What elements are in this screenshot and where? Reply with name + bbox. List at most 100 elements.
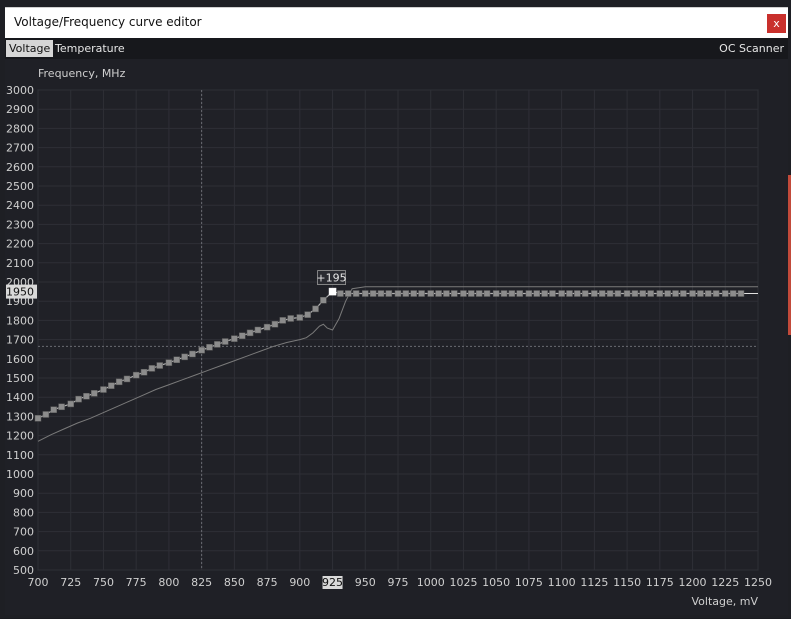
curve-point-handle[interactable] — [115, 378, 123, 386]
curve-point-handle[interactable] — [123, 375, 131, 383]
curve-point-handle[interactable] — [132, 371, 140, 379]
curve-point-handle[interactable] — [91, 390, 98, 397]
x-tick-label: 950 — [355, 576, 376, 589]
curve-point-handle[interactable] — [34, 415, 42, 422]
curve-point-handle[interactable] — [304, 311, 311, 318]
curve-point-handle[interactable] — [246, 329, 254, 337]
curve-point-handle[interactable] — [598, 290, 606, 297]
close-button[interactable]: x — [767, 14, 786, 33]
curve-point-handle[interactable] — [50, 406, 57, 413]
curve-point-handle[interactable] — [631, 290, 639, 297]
curve-point-handle[interactable] — [287, 315, 294, 322]
curve-point-handle[interactable] — [345, 290, 352, 297]
curve-point-handle[interactable] — [475, 290, 483, 297]
tab-voltage[interactable]: Voltage — [6, 40, 54, 57]
curve-point-handle[interactable] — [549, 290, 556, 297]
curve-point-handle[interactable] — [574, 290, 581, 297]
curve-point-handle[interactable] — [443, 290, 450, 297]
curve-point-handle[interactable] — [712, 290, 720, 297]
curve-point-handle[interactable] — [435, 290, 442, 297]
curve-point-handle[interactable] — [672, 290, 679, 297]
curve-chart-area[interactable]: 700 725 750 775 800 825 850 875 900 925 950 975 1000… — [5, 59, 788, 615]
curve-point-handle[interactable] — [410, 290, 417, 297]
curve-point-handle[interactable] — [460, 290, 467, 297]
curve-point-handle[interactable] — [181, 353, 188, 361]
curve-point-handle[interactable] — [516, 290, 523, 297]
curve-point-handle[interactable] — [492, 290, 500, 297]
y-tick-label: 2500 — [6, 180, 34, 193]
curve-point-handle[interactable] — [647, 290, 654, 297]
curve-point-handle[interactable] — [737, 290, 745, 297]
vf-curve-chart[interactable]: 700 725 750 775 800 825 850 875 900 925 950 975 1000… — [5, 59, 788, 615]
curve-point-handle[interactable] — [312, 305, 319, 313]
curve-point-handle[interactable] — [83, 392, 90, 400]
curve-point-handle[interactable] — [189, 350, 196, 358]
curve-point-handle[interactable] — [697, 290, 704, 297]
curve-point-handle[interactable] — [254, 326, 262, 334]
curve-point-handle[interactable] — [140, 368, 148, 376]
curve-point-handle[interactable] — [664, 290, 671, 297]
curve-point-handle[interactable] — [525, 290, 533, 297]
curve-point-handle[interactable] — [606, 290, 614, 297]
curve-point-handle[interactable] — [483, 290, 491, 297]
curve-point-handle[interactable] — [279, 317, 287, 324]
curve-point-handle[interactable] — [198, 346, 205, 354]
curve-point-handle[interactable] — [402, 290, 410, 297]
curve-point-handle[interactable] — [369, 290, 377, 297]
curve-point-handle[interactable] — [108, 382, 115, 389]
curve-point-handle[interactable] — [533, 290, 541, 297]
curve-point-handle[interactable] — [377, 290, 385, 297]
curve-point-handle[interactable] — [566, 290, 573, 297]
curve-point-handle[interactable] — [352, 290, 360, 297]
curve-point-handle[interactable] — [214, 341, 221, 348]
curve-point-handle[interactable] — [508, 290, 516, 297]
curve-point-handle[interactable] — [418, 290, 425, 297]
curve-point-handle[interactable] — [705, 290, 712, 297]
y-tick-label: 1300 — [6, 410, 34, 423]
curve-point-handle[interactable] — [238, 332, 246, 340]
curve-point-handle[interactable] — [206, 344, 213, 351]
curve-point-handle[interactable] — [337, 290, 344, 297]
curve-point-handle[interactable] — [656, 290, 664, 297]
curve-point-handle[interactable] — [231, 335, 238, 342]
curve-point-handle[interactable] — [173, 356, 181, 364]
curve-point-handle[interactable] — [221, 338, 229, 345]
y-tick-label: 1100 — [6, 449, 34, 462]
curve-point-handle[interactable] — [362, 290, 369, 297]
curve-point-handle[interactable] — [639, 290, 647, 297]
curve-point-handle[interactable] — [591, 290, 598, 297]
curve-point-handle[interactable] — [67, 400, 74, 408]
curve-point-handle[interactable] — [722, 290, 729, 297]
curve-point-handle[interactable] — [581, 290, 589, 297]
curve-point-handle[interactable] — [614, 290, 622, 297]
curve-point-handle[interactable] — [689, 290, 696, 297]
curve-point-handle[interactable] — [541, 290, 548, 297]
tab-temperature[interactable]: Temperature — [52, 40, 128, 57]
curve-point-handle[interactable] — [468, 290, 475, 297]
curve-point-handle[interactable] — [263, 323, 271, 331]
curve-point-handle[interactable] — [42, 411, 50, 418]
curve-point-handle[interactable] — [165, 359, 173, 366]
x-tick-label: 1025 — [449, 576, 477, 589]
x-tick-label: 775 — [126, 576, 147, 589]
curve-point-handle[interactable] — [451, 290, 458, 297]
curve-point-handle[interactable] — [729, 290, 737, 297]
curve-point-handle[interactable] — [558, 290, 565, 297]
curve-point-handle[interactable] — [156, 362, 163, 369]
curve-point-handle[interactable] — [328, 287, 337, 296]
curve-point-handle[interactable] — [58, 403, 65, 411]
curve-point-handle[interactable] — [427, 290, 434, 297]
curve-point-handle[interactable] — [385, 290, 393, 297]
curve-point-handle[interactable] — [680, 290, 687, 297]
curve-point-handle[interactable] — [623, 290, 631, 297]
curve-point-handle[interactable] — [296, 314, 304, 321]
curve-point-handle[interactable] — [320, 296, 327, 304]
title-bar[interactable]: Voltage/Frequency curve editor x — [5, 7, 788, 38]
curve-point-handle[interactable] — [148, 365, 156, 372]
oc-scanner-button[interactable]: OC Scanner — [716, 40, 787, 57]
curve-point-handle[interactable] — [271, 320, 279, 328]
curve-point-handle[interactable] — [500, 290, 508, 297]
curve-point-handle[interactable] — [100, 386, 107, 393]
curve-point-handle[interactable] — [75, 395, 82, 403]
curve-point-handle[interactable] — [394, 290, 402, 297]
